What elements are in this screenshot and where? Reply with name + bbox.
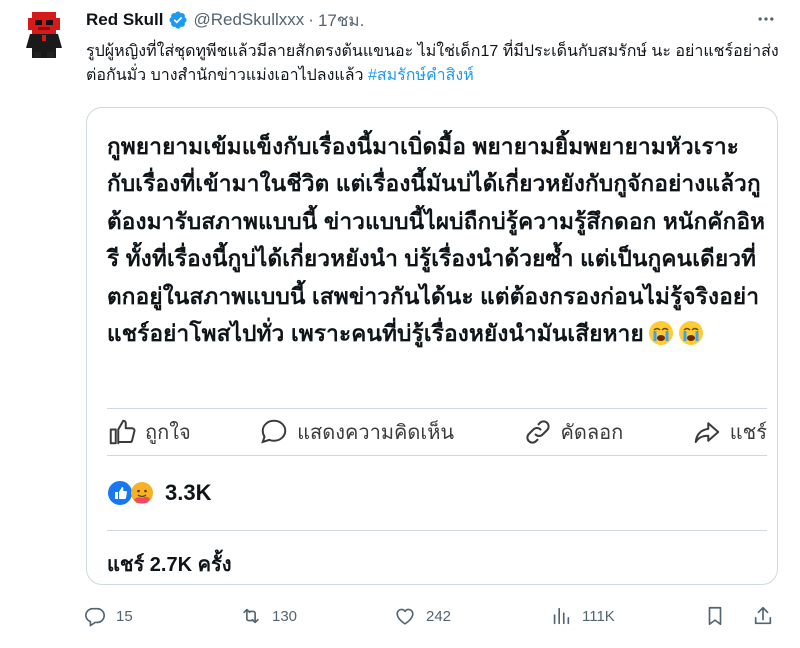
verified-badge-icon bbox=[169, 11, 188, 29]
care-reaction-icon bbox=[131, 482, 153, 504]
analytics-icon bbox=[553, 607, 570, 625]
retweet-icon bbox=[243, 608, 259, 624]
fb-share-button: แชร์ bbox=[692, 416, 767, 448]
author-handle[interactable]: @RedSkullxxx bbox=[193, 10, 304, 30]
share-button[interactable] bbox=[752, 598, 774, 634]
share-arrow-icon bbox=[694, 422, 719, 443]
hashtag-link[interactable]: #สมรักษ์คำสิงห์ bbox=[368, 67, 474, 84]
heart-icon bbox=[396, 608, 414, 625]
fb-post-body: กูพยายามเข้มแข็งกับเรื่องนี้มาเบิ่ดมื้อ … bbox=[107, 134, 766, 347]
retweet-button[interactable]: 130 bbox=[240, 598, 297, 634]
fb-reactions: 3.3K bbox=[107, 480, 211, 506]
fb-action-bar: ถูกใจ แสดงความคิดเห็น คัดลอก แชร์ bbox=[107, 408, 767, 456]
crying-face-emoji-icon bbox=[648, 321, 673, 346]
timestamp[interactable]: 17ชม. bbox=[318, 7, 364, 34]
fb-post-text: กูพยายามเข้มแข็งกับเรื่องนี้มาเบิ่ดมื้อ … bbox=[107, 128, 767, 352]
reaction-count: 3.3K bbox=[165, 480, 212, 505]
comment-bubble-icon bbox=[261, 419, 287, 444]
retweet-count: 130 bbox=[272, 607, 298, 625]
author-name[interactable]: Red Skull bbox=[86, 10, 163, 30]
bookmark-button[interactable] bbox=[704, 598, 726, 634]
tweet-header: Red Skull @RedSkullxxx · 17ชม. bbox=[86, 8, 364, 32]
crying-face-emoji-icon bbox=[678, 321, 703, 346]
fb-like-button: ถูกใจ bbox=[107, 416, 191, 448]
thumbs-up-icon bbox=[109, 419, 136, 445]
ellipsis-icon bbox=[758, 17, 774, 21]
share-count: แชร์ 2.7K ครั้ง bbox=[107, 554, 232, 576]
separator: · bbox=[308, 10, 314, 29]
fb-comment-label: แสดงความคิดเห็น bbox=[297, 422, 455, 444]
like-count: 242 bbox=[426, 607, 452, 625]
tweet-action-bar: 15 130 242 111K bbox=[80, 598, 780, 634]
fb-like-label: ถูกใจ bbox=[145, 422, 191, 444]
fb-copy-button: คัดลอก bbox=[523, 416, 624, 448]
divider bbox=[107, 530, 767, 531]
more-icon[interactable] bbox=[752, 6, 780, 32]
fb-comment-button: แสดงความคิดเห็น bbox=[259, 416, 454, 448]
like-button[interactable]: 242 bbox=[394, 598, 451, 634]
reply-icon bbox=[85, 607, 105, 627]
tweet-text: รูปผู้หญิงที่ใส่ชุดทูพีชแล้วมีลายสักตรงต… bbox=[86, 40, 786, 88]
fb-share-label: แชร์ bbox=[729, 422, 767, 444]
reply-button[interactable]: 15 bbox=[84, 598, 133, 634]
bookmark-icon bbox=[708, 606, 722, 626]
view-count: 111K bbox=[582, 607, 615, 625]
views-button[interactable]: 111K bbox=[550, 598, 615, 634]
link-icon bbox=[525, 420, 550, 444]
avatar[interactable] bbox=[22, 8, 66, 58]
embedded-image-card[interactable]: กูพยายามเข้มแข็งกับเรื่องนี้มาเบิ่ดมื้อ … bbox=[86, 107, 778, 585]
share-icon bbox=[754, 606, 772, 625]
reply-count: 15 bbox=[116, 607, 133, 625]
fb-copy-label: คัดลอก bbox=[560, 422, 624, 444]
